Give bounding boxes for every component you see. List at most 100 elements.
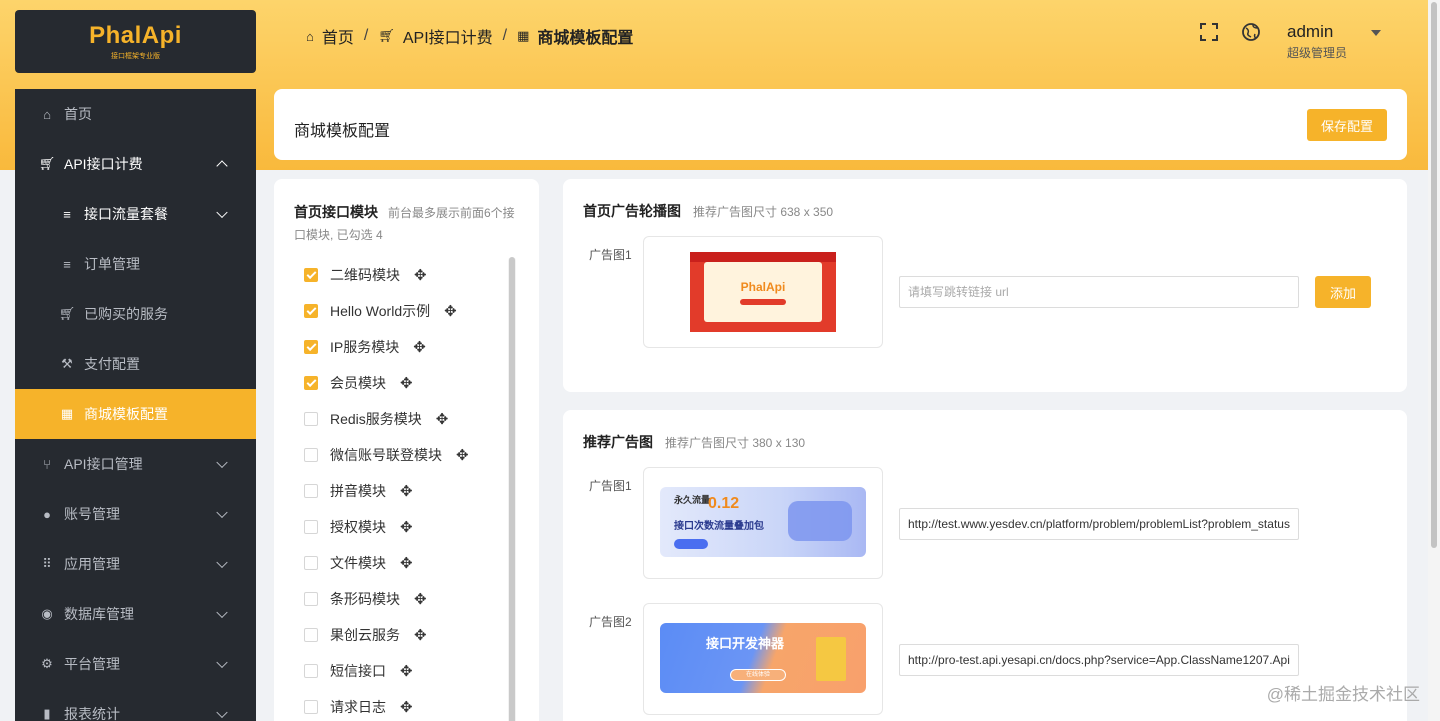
sidebar-item-label: 数据库管理 [64,606,134,622]
module-row[interactable]: 请求日志 ✥ [304,689,469,721]
drag-handle-icon[interactable]: ✥ [400,662,413,680]
ad-image-upload[interactable]: 接口开发神器 在线体验 [643,603,883,715]
home-icon: ⌂ [306,28,314,44]
sidebar-item-label: 接口流量套餐 [84,206,168,222]
ad-url-input[interactable] [899,644,1299,676]
module-checkbox[interactable] [304,664,318,678]
ad-url-input[interactable] [899,508,1299,540]
drag-handle-icon[interactable]: ✥ [400,482,413,500]
fullscreen-icon[interactable] [1199,22,1219,42]
module-row[interactable]: Redis服务模块 ✥ [304,401,469,437]
ad-url-input[interactable] [899,276,1299,308]
module-label: 授权模块 [330,519,386,535]
module-row[interactable]: 短信接口 ✥ [304,653,469,689]
sidebar: ⌂ 首页 🛒︎ API接口计费 ≡ 接口流量套餐 ≡ 订单管理 🛒︎ 已购买的服… [15,89,256,721]
sidebar-item-apps[interactable]: ⠿ 应用管理 [15,539,256,589]
ad-image-upload[interactable]: 永久流量 0.12 接口次数流量叠加包 [643,467,883,579]
sidebar-item-platform[interactable]: ⚙ 平台管理 [15,639,256,689]
sidebar-item-label: 应用管理 [64,556,120,572]
sidebar-item-label: 订单管理 [84,256,140,272]
breadcrumb-home[interactable]: ⌂ 首页 [306,24,354,48]
recommend-title: 推荐广告图 [583,434,653,450]
module-row[interactable]: IP服务模块 ✥ [304,329,469,365]
recommend-ads-card: 推荐广告图 推荐广告图尺寸 380 x 130 广告图1 永久流量 0.12 接口… [563,410,1407,721]
sidebar-item-mall-template[interactable]: ▦ 商城模板配置 [15,389,256,439]
module-row[interactable]: 授权模块 ✥ [304,509,469,545]
module-checkbox[interactable] [304,556,318,570]
module-checkbox[interactable] [304,484,318,498]
user-icon: ● [43,506,51,522]
drag-handle-icon[interactable]: ✥ [400,374,413,392]
module-checkbox[interactable] [304,628,318,642]
user-menu[interactable]: admin 超级管理员 [1287,22,1347,61]
module-row[interactable]: 文件模块 ✥ [304,545,469,581]
drag-handle-icon[interactable]: ✥ [400,554,413,572]
scrollbar-thumb[interactable] [1431,2,1437,548]
breadcrumb-api-billing[interactable]: 🛒︎ API接口计费 [378,24,492,48]
module-checkbox[interactable] [304,340,318,354]
module-checkbox[interactable] [304,700,318,714]
drag-handle-icon[interactable]: ✥ [436,410,449,428]
sidebar-item-orders[interactable]: ≡ 订单管理 [15,239,256,289]
add-ad-button[interactable]: 添加 [1315,276,1371,308]
module-checkbox[interactable] [304,520,318,534]
sidebar-item-accounts[interactable]: ● 账号管理 [15,489,256,539]
sidebar-item-payment[interactable]: ⚒︎ 支付配置 [15,339,256,389]
module-checkbox[interactable] [304,412,318,426]
sidebar-item-reports[interactable]: ▮ 报表统计 [15,689,256,721]
module-row[interactable]: 会员模块 ✥ [304,365,469,401]
ad-image-upload[interactable]: PhalApi [643,236,883,348]
list-icon: ≡ [63,206,71,222]
language-globe-icon[interactable] [1241,22,1261,42]
module-row[interactable]: Hello World示例 ✥ [304,293,469,329]
home-icon: ⌂ [43,106,51,122]
sidebar-item-home[interactable]: ⌂ 首页 [15,89,256,139]
scrollbar-thumb[interactable] [509,257,515,721]
save-config-button[interactable]: 保存配置 [1307,109,1387,141]
module-checkbox[interactable] [304,268,318,282]
user-name: admin [1287,22,1334,41]
module-label: 短信接口 [330,663,386,679]
module-checkbox[interactable] [304,304,318,318]
module-label: 微信账号联登模块 [330,447,442,463]
breadcrumb-separator: / [502,27,508,44]
module-row[interactable]: 二维码模块 ✥ [304,257,469,293]
sidebar-item-label: 首页 [64,106,92,122]
drag-handle-icon[interactable]: ✥ [414,626,427,644]
carousel-title: 首页广告轮播图 [583,203,681,219]
module-checkbox[interactable] [304,376,318,390]
sidebar-item-purchased[interactable]: 🛒︎ 已购买的服务 [15,289,256,339]
drag-handle-icon[interactable]: ✥ [413,338,426,356]
module-label: IP服务模块 [330,339,400,355]
caret-down-icon[interactable] [1371,30,1381,36]
module-row[interactable]: 果创云服务 ✥ [304,617,469,653]
module-row[interactable]: 拼音模块 ✥ [304,473,469,509]
drag-handle-icon[interactable]: ✥ [400,698,413,716]
logo[interactable]: PhalApi 接口框架专业版 [15,10,256,73]
drag-handle-icon[interactable]: ✥ [456,446,469,464]
chevron-down-icon [216,556,228,569]
module-checkbox[interactable] [304,448,318,462]
sidebar-item-traffic-package[interactable]: ≡ 接口流量套餐 [15,189,256,239]
drag-handle-icon[interactable]: ✥ [414,590,427,608]
module-row[interactable]: 微信账号联登模块 ✥ [304,437,469,473]
sidebar-item-api-manage[interactable]: ⑂ API接口管理 [15,439,256,489]
module-row[interactable]: 条形码模块 ✥ [304,581,469,617]
page-scrollbar[interactable] [1428,0,1440,721]
basket-icon: ▦ [60,406,74,421]
sidebar-item-label: 已购买的服务 [84,306,168,322]
wrench-icon: ⚒︎ [61,356,73,371]
module-checkbox[interactable] [304,592,318,606]
database-icon: ◉ [41,606,53,621]
drag-handle-icon[interactable]: ✥ [414,266,427,284]
chart-icon: ▮ [43,706,51,721]
module-list-scrollbar[interactable] [508,257,516,721]
sidebar-item-database[interactable]: ◉ 数据库管理 [15,589,256,639]
sidebar-item-api-billing[interactable]: 🛒︎ API接口计费 [15,139,256,189]
chevron-down-icon [216,606,228,619]
module-label: 会员模块 [330,375,386,391]
drag-handle-icon[interactable]: ✥ [444,302,457,320]
carousel-banner-image: PhalApi [690,252,836,332]
drag-handle-icon[interactable]: ✥ [400,518,413,536]
chevron-down-icon [216,456,228,469]
